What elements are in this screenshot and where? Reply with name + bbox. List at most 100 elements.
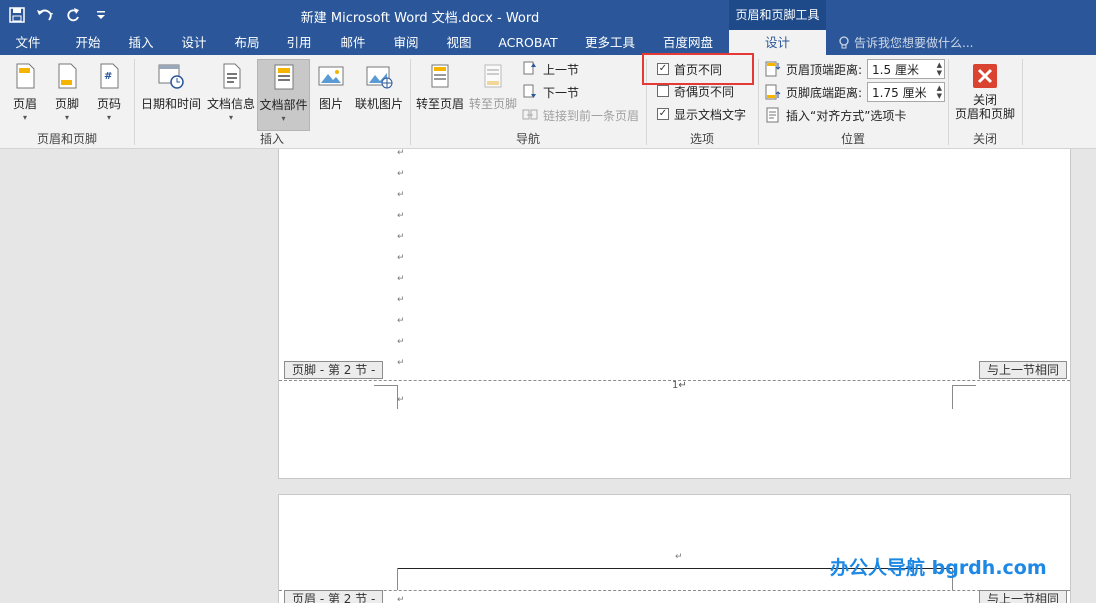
online-picture-label: 联机图片: [354, 97, 403, 111]
tab-mailings[interactable]: 邮件: [328, 30, 378, 55]
svg-text:#: #: [104, 71, 112, 82]
group-label-hf: 页眉和页脚: [36, 132, 97, 146]
show-doc-text-option[interactable]: ✓ 显示文档文字: [657, 104, 746, 124]
crop-mark: [952, 385, 976, 409]
watermark: 办公人导航 bgrdh.com: [830, 557, 1047, 579]
spinner-arrows-icon[interactable]: ▲ ▼: [937, 61, 942, 77]
online-picture-button[interactable]: 联机图片: [352, 59, 406, 125]
date-time-button[interactable]: 日期和时间: [140, 59, 202, 125]
picture-button[interactable]: 图片: [314, 59, 348, 125]
doc-parts-dropdown-icon: ▾: [281, 114, 286, 123]
online-picture-icon: [366, 66, 393, 89]
prev-section-button[interactable]: 上一节: [522, 59, 579, 79]
tell-me-placeholder: 告诉我您想要做什么...: [854, 36, 974, 50]
tab-hf-design[interactable]: 设计: [729, 30, 826, 55]
header-label: 页眉: [12, 97, 37, 111]
tab-view[interactable]: 视图: [434, 30, 484, 55]
paragraph-mark: ↵: [397, 169, 405, 179]
footer-label: 页脚: [54, 97, 79, 111]
crop-mark: [397, 568, 398, 590]
tab-references[interactable]: 引用: [274, 30, 324, 55]
goto-header-label: 转至页眉: [415, 97, 464, 111]
footer-bottom-value: 1.75 厘米: [872, 85, 927, 100]
page[interactable]: ↵ ↵ ↵ ↵ ↵ ↵ ↵ ↵ ↵ ↵ ↵ 页脚 - 第 2 节 - 与上一节相…: [278, 149, 1071, 479]
header-top-spinner[interactable]: 1.5 厘米 ▲ ▼: [867, 59, 946, 79]
header-distance-icon: [765, 61, 781, 77]
paragraph-mark: ↵: [397, 232, 405, 242]
header-icon: [16, 63, 35, 89]
insert-align-tab-label: 插入“对齐方式”选项卡: [786, 108, 907, 123]
paragraph-mark: ↵: [397, 337, 405, 347]
goto-footer-label: 转至页脚: [468, 97, 517, 111]
prev-section-icon: [523, 61, 536, 75]
picture-icon: [318, 66, 344, 86]
date-time-label: 日期和时间: [140, 97, 201, 111]
header-top-distance-row: 页眉顶端距离: 1.5 厘米 ▲ ▼: [765, 59, 946, 79]
group-label-navigation: 导航: [515, 132, 540, 146]
footer-bottom-spinner[interactable]: 1.75 厘米 ▲ ▼: [867, 82, 946, 102]
paragraph-mark: ↵: [397, 211, 405, 221]
context-tool-title: 页眉和页脚工具: [729, 0, 826, 30]
paragraph-mark: ↵: [397, 358, 405, 368]
goto-footer-icon: [484, 64, 502, 88]
tell-me-search[interactable]: 告诉我您想要做什么...: [838, 30, 973, 55]
tab-acrobat[interactable]: ACROBAT: [488, 30, 568, 55]
next-section-label: 下一节: [543, 85, 580, 100]
calendar-clock-icon: [158, 64, 184, 89]
tab-insert[interactable]: 插入: [116, 30, 166, 55]
title-bar: 新建 Microsoft Word 文档.docx - Word 页眉和页脚工具: [0, 0, 1096, 30]
next-section-icon: [523, 84, 536, 98]
same-as-previous-tag: 与上一节相同: [979, 361, 1068, 379]
group-label-position: 位置: [840, 132, 865, 146]
page-number-icon: #: [100, 63, 119, 89]
footer-bottom-distance-row: 页脚底端距离: 1.75 厘米 ▲ ▼: [765, 82, 946, 102]
show-doc-text-checkbox[interactable]: ✓: [657, 108, 669, 120]
tab-layout[interactable]: 布局: [222, 30, 272, 55]
close-icon: [973, 64, 997, 88]
doc-info-button[interactable]: 文档信息 ▾: [205, 59, 257, 125]
page-number-button[interactable]: # 页码 ▾: [90, 59, 128, 125]
ribbon: 页眉 ▾ 页脚 ▾ # 页码 ▾ 页眉和页脚 日期和时间 文档信息 ▾ 文档部件…: [0, 55, 1096, 149]
paragraph-mark: ↵: [397, 316, 405, 326]
header-top-label: 页眉顶端距离:: [786, 62, 863, 77]
header-button[interactable]: 页眉 ▾: [6, 59, 44, 125]
footer-section-tag: 页脚 - 第 2 节 -: [284, 361, 384, 379]
footer-dropdown-icon: ▾: [64, 113, 69, 122]
footer-distance-icon: [765, 84, 781, 100]
header-top-value: 1.5 厘米: [872, 62, 919, 77]
tab-home[interactable]: 开始: [62, 30, 114, 55]
footer-button[interactable]: 页脚 ▾: [48, 59, 86, 125]
footer-page-number: 1↵: [672, 380, 687, 391]
lightbulb-icon: [839, 35, 849, 48]
goto-footer-button[interactable]: 转至页脚: [468, 59, 518, 125]
page[interactable]: ↵ 页眉 - 第 2 节 - 与上一节相同 ↵: [278, 494, 1071, 603]
document-title: 新建 Microsoft Word 文档.docx - Word: [300, 11, 540, 26]
spinner-arrows-icon[interactable]: ▲ ▼: [937, 84, 942, 100]
group-label-insert: 插入: [259, 132, 284, 146]
tab-review[interactable]: 审阅: [380, 30, 432, 55]
different-odd-even-checkbox[interactable]: [657, 85, 669, 97]
prev-section-label: 上一节: [543, 62, 580, 77]
tab-file[interactable]: 文件: [0, 30, 56, 55]
tab-more-tools[interactable]: 更多工具: [576, 30, 644, 55]
page-number-label: 页码: [96, 97, 121, 111]
goto-header-icon: [431, 64, 449, 88]
close-hf-label-2: 页眉和页脚: [954, 107, 1015, 121]
paragraph-mark: ↵: [397, 149, 405, 158]
doc-parts-button[interactable]: 文档部件 ▾: [257, 59, 310, 131]
link-previous-button[interactable]: 链接到前一条页眉: [522, 105, 639, 125]
insert-align-tab-button[interactable]: 插入“对齐方式”选项卡: [765, 105, 906, 125]
different-odd-even-label: 奇偶页不同: [674, 84, 735, 99]
tab-baidu-netdisk[interactable]: 百度网盘: [652, 30, 724, 55]
document-area[interactable]: ↵ ↵ ↵ ↵ ↵ ↵ ↵ ↵ ↵ ↵ ↵ 页脚 - 第 2 节 - 与上一节相…: [0, 149, 1096, 603]
footer-bottom-label: 页脚底端距离:: [786, 85, 863, 100]
paragraph-mark: ↵: [397, 274, 405, 284]
highlight-annotation: [642, 53, 754, 85]
next-section-button[interactable]: 下一节: [522, 82, 579, 102]
close-hf-button[interactable]: 关闭 页眉和页脚: [952, 59, 1018, 125]
paragraph-mark: ↵: [397, 395, 405, 405]
tab-design[interactable]: 设计: [168, 30, 220, 55]
goto-header-button[interactable]: 转至页眉: [414, 59, 466, 125]
doc-info-label: 文档信息: [206, 97, 255, 111]
header-boundary: [279, 590, 1070, 591]
